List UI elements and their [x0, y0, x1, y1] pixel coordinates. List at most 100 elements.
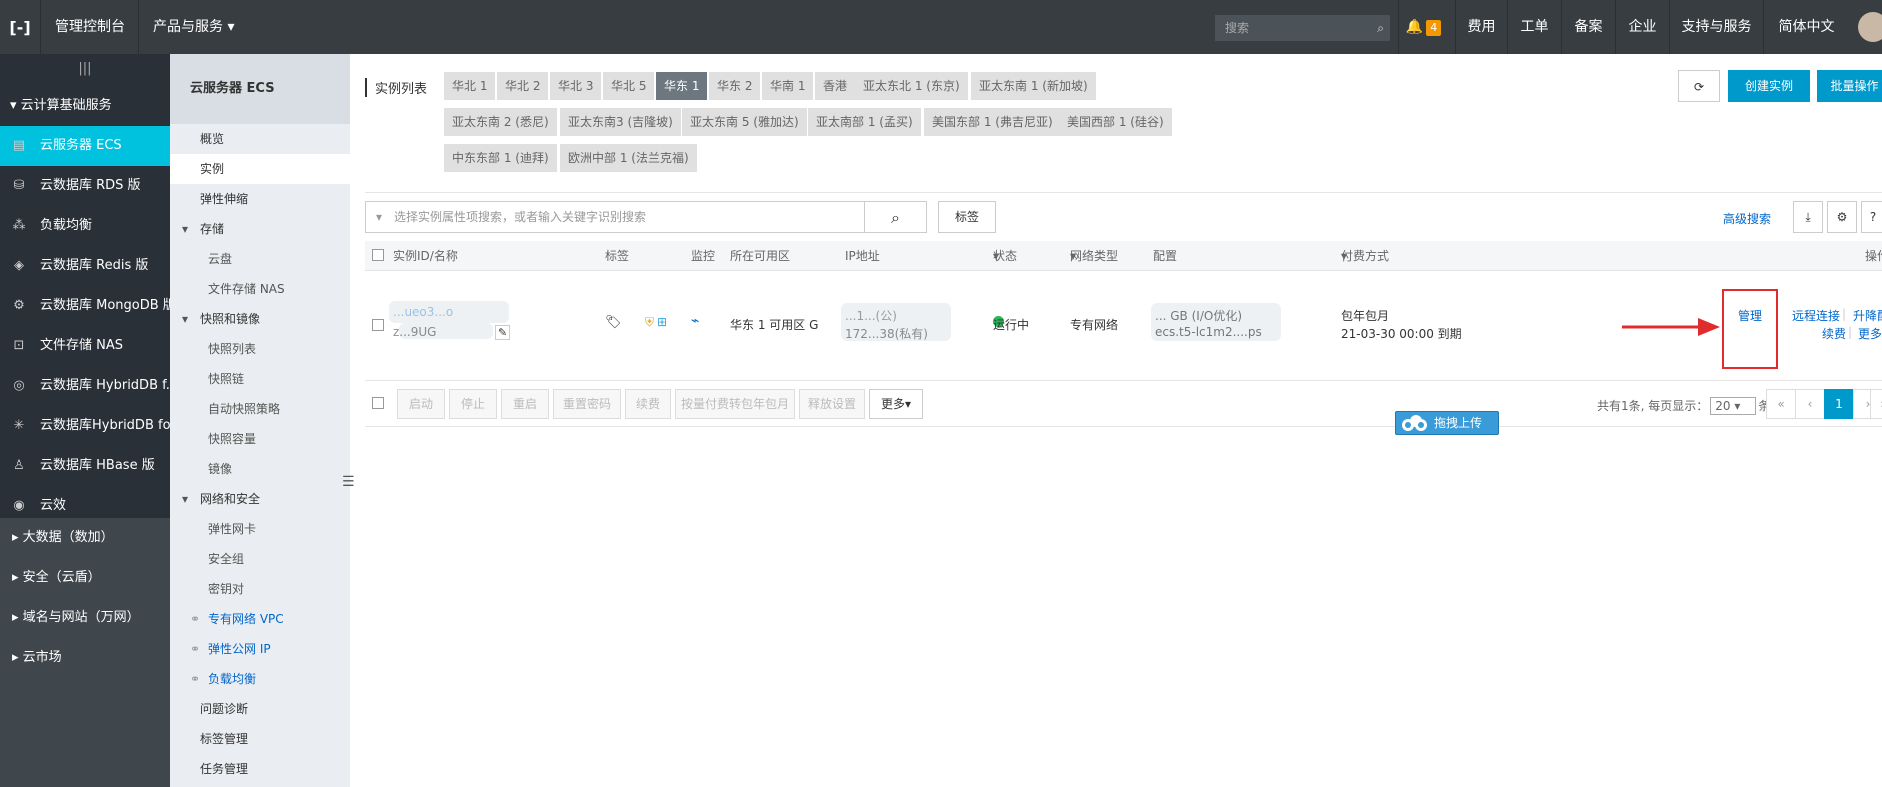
region-tab-active[interactable]: 华东 1 — [656, 72, 708, 100]
region-tab[interactable]: 华北 1 — [444, 72, 496, 100]
sidebar-item-redis[interactable]: ◈ 云数据库 Redis 版 — [0, 246, 170, 286]
region-tab[interactable]: 中东东部 1 (迪拜) — [444, 144, 557, 172]
subnav-item-autoscaling[interactable]: 弹性伸缩 — [170, 184, 350, 214]
subnav-group-network[interactable]: 网络和安全 — [170, 484, 350, 514]
notification-button[interactable]: 🔔 4 — [1398, 0, 1448, 54]
caret-down-icon[interactable]: ▾ — [376, 202, 382, 232]
edit-pencil-icon[interactable]: ✎ — [495, 325, 511, 340]
subnav-link-eip[interactable]: ⚭ 弹性公网 IP — [170, 634, 350, 664]
search-icon[interactable]: ⌕ — [1377, 15, 1384, 41]
convert-to-subscription-button[interactable]: 按量付费转包年包月 — [675, 389, 795, 419]
advanced-search-link[interactable]: 高级搜索 — [1723, 210, 1771, 227]
instance-search-input[interactable]: ▾ 选择实例属性项搜索，或者输入关键字识别搜索 — [365, 201, 865, 233]
subnav-item-instances[interactable]: 实例 — [170, 154, 350, 184]
sidebar-collapse-icon[interactable]: ||| — [0, 54, 170, 86]
subnav-item-security-group[interactable]: 安全组 — [170, 544, 350, 574]
subnav-item-tags[interactable]: 标签管理 — [170, 724, 350, 754]
subnav-link-slb[interactable]: ⚭ 负载均衡 — [170, 664, 350, 694]
batch-operation-button[interactable]: 批量操作 — [1817, 70, 1882, 102]
sidebar-item-mongodb[interactable]: ⚙ 云数据库 MongoDB 版 — [0, 286, 170, 326]
sidebar-item-hbase[interactable]: ♙ 云数据库 HBase 版 — [0, 446, 170, 486]
sidebar-item-hybriddb2[interactable]: ✳ 云数据库HybridDB fo... — [0, 406, 170, 446]
settings-icon[interactable]: ⚙ — [1827, 201, 1857, 233]
manage-link[interactable]: 管理 — [1738, 307, 1762, 324]
prev-page-button[interactable]: ‹ — [1795, 389, 1825, 419]
region-tab[interactable]: 亚太东南 2 (悉尼) — [444, 108, 557, 136]
sidebar-fold-security[interactable]: ▸ 安全（云盾） — [0, 558, 170, 598]
subnav-item-image[interactable]: 镜像 — [170, 454, 350, 484]
footer-select-all-checkbox[interactable] — [372, 397, 384, 409]
sidebar-group-cloud-compute[interactable]: ▾ 云计算基础服务 — [0, 86, 170, 126]
subnav-item-diagnose[interactable]: 问题诊断 — [170, 694, 350, 724]
nav-icp[interactable]: 备案 — [1561, 0, 1615, 54]
create-instance-button[interactable]: 创建实例 — [1728, 70, 1810, 102]
region-tab[interactable]: 华东 2 — [709, 72, 761, 100]
nav-language[interactable]: 简体中文 — [1763, 0, 1849, 54]
tag-filter-button[interactable]: 标签 — [938, 201, 996, 233]
region-tab[interactable]: 华南 1 — [762, 72, 814, 100]
nav-enterprise[interactable]: 企业 — [1615, 0, 1669, 54]
renew-button[interactable]: 续费 — [625, 389, 671, 419]
subnav-item-snapshot-list[interactable]: 快照列表 — [170, 334, 350, 364]
region-tab[interactable]: 欧洲中部 1 (法兰克福) — [560, 144, 697, 172]
more-actions-dropdown[interactable]: 更多▾ — [869, 389, 923, 419]
row-checkbox[interactable] — [372, 319, 384, 331]
console-link[interactable]: 管理控制台 — [40, 0, 139, 54]
subnav-item-overview[interactable]: 概览 — [170, 124, 350, 154]
subnav-item-eni[interactable]: 弹性网卡 — [170, 514, 350, 544]
upgrade-link[interactable]: 升降配 — [1853, 307, 1882, 324]
reset-password-button[interactable]: 重置密码 — [553, 389, 621, 419]
col-network[interactable]: 网络类型 ▾ — [1070, 241, 1118, 271]
avatar[interactable] — [1858, 12, 1882, 42]
renew-link[interactable]: 续费 — [1822, 325, 1846, 342]
region-tab[interactable]: 亚太南部 1 (孟买) — [808, 108, 921, 136]
subnav-item-tasks[interactable]: 任务管理 — [170, 754, 350, 784]
sidebar-item-slb[interactable]: ⁂ 负载均衡 — [0, 206, 170, 246]
aliyun-logo-icon[interactable]: [-] — [0, 0, 40, 54]
drag-upload-button[interactable]: 拖拽上传 — [1395, 411, 1499, 435]
sidebar-item-rds[interactable]: ⛁ 云数据库 RDS 版 — [0, 166, 170, 206]
region-tab[interactable]: 华北 2 — [497, 72, 549, 100]
region-tab[interactable]: 香港 — [815, 72, 856, 100]
last-page-button[interactable]: » — [1870, 389, 1882, 419]
tag-icon[interactable]: 🏷 — [605, 315, 622, 330]
subnav-item-disk[interactable]: 云盘 — [170, 244, 350, 274]
subnav-item-keypair[interactable]: 密钥对 — [170, 574, 350, 604]
subnav-item-snapshot-capacity[interactable]: 快照容量 — [170, 424, 350, 454]
subnav-group-snapshot[interactable]: 快照和镜像 — [170, 304, 350, 334]
monitor-chart-icon[interactable]: ⌁ — [691, 313, 699, 329]
region-tab[interactable]: 华北 3 — [550, 72, 602, 100]
first-page-button[interactable]: « — [1766, 389, 1796, 419]
top-search-input[interactable]: 搜索 ⌕ — [1215, 15, 1390, 41]
region-tab[interactable]: 华北 5 — [603, 72, 655, 100]
col-instance[interactable]: 实例ID/名称 — [393, 241, 458, 271]
sidebar-fold-bigdata[interactable]: ▸ 大数据（数加） — [0, 518, 170, 558]
sidebar-item-nas[interactable]: ⊡ 文件存储 NAS — [0, 326, 170, 366]
search-button[interactable]: ⌕ — [865, 201, 927, 233]
select-all-checkbox[interactable] — [372, 249, 384, 261]
region-tab[interactable]: 亚太东北 1 (东京) — [855, 72, 968, 100]
nav-fee[interactable]: 费用 — [1455, 0, 1507, 54]
sidebar-item-hybriddb[interactable]: ◎ 云数据库 HybridDB f... — [0, 366, 170, 406]
page-button-current[interactable]: 1 — [1824, 389, 1854, 419]
instance-id[interactable]: ...ueo3...o — [393, 305, 453, 319]
page-size-select[interactable]: 20 ▾ — [1710, 397, 1757, 415]
region-tab[interactable]: 美国西部 1 (硅谷) — [1059, 108, 1172, 136]
region-tab[interactable]: 亚太东南 5 (雅加达) — [682, 108, 807, 136]
subnav-item-snapshot-chain[interactable]: 快照链 — [170, 364, 350, 394]
subnav-link-vpc[interactable]: ⚭ 专有网络 VPC — [170, 604, 350, 634]
sidebar-fold-market[interactable]: ▸ 云市场 — [0, 638, 170, 678]
sidebar-item-ecs[interactable]: ▤ 云服务器 ECS — [0, 126, 170, 166]
nav-support[interactable]: 支持与服务 — [1669, 0, 1763, 54]
release-settings-button[interactable]: 释放设置 — [799, 389, 865, 419]
more-link[interactable]: 更多 — [1858, 325, 1882, 342]
help-icon[interactable]: ? — [1861, 201, 1882, 233]
col-status[interactable]: 状态 ▾ — [993, 241, 1017, 271]
remote-connect-link[interactable]: 远程连接 — [1792, 307, 1840, 324]
region-tab[interactable]: 美国东部 1 (弗吉尼亚) — [924, 108, 1061, 136]
region-tab[interactable]: 亚太东南 1 (新加坡) — [971, 72, 1096, 100]
products-menu[interactable]: 产品与服务 ▾ — [138, 0, 248, 54]
export-icon[interactable]: ⤓ — [1793, 201, 1823, 233]
stop-button[interactable]: 停止 — [449, 389, 497, 419]
subnav-item-nas[interactable]: 文件存储 NAS — [170, 274, 350, 304]
